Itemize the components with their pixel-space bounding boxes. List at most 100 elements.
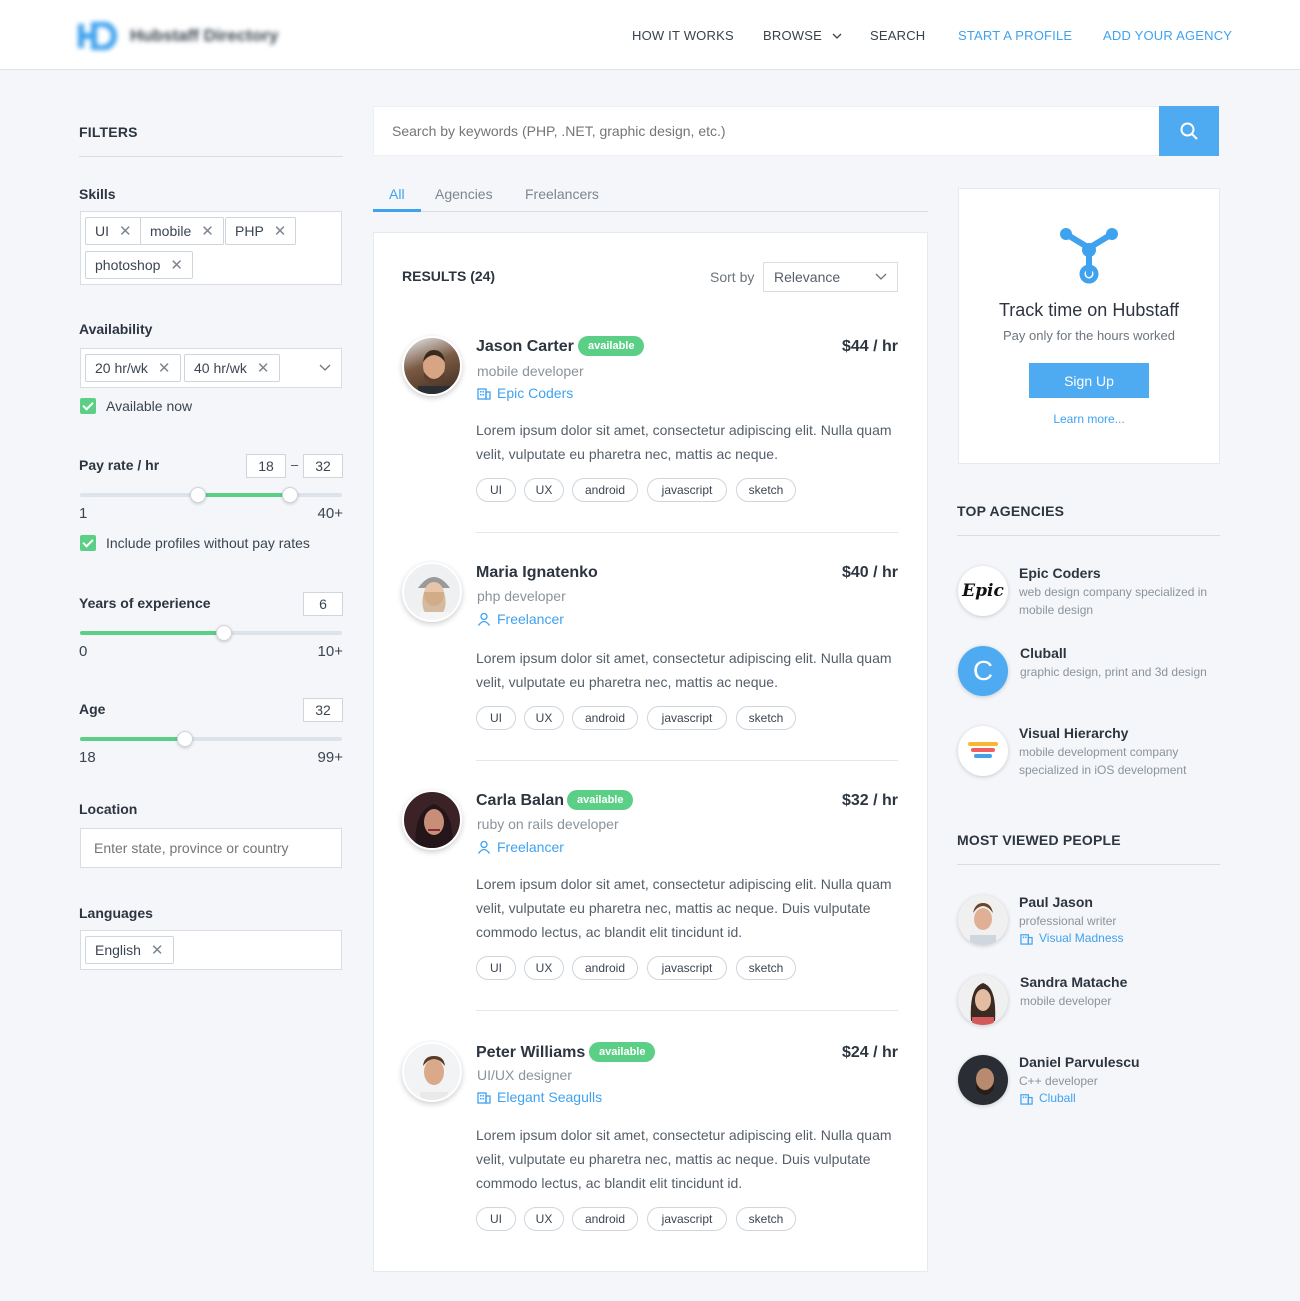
avatar[interactable]	[402, 562, 462, 622]
result-name[interactable]: Peter Williams	[476, 1044, 585, 1062]
skill-chip[interactable]: mobile ✕	[140, 217, 224, 245]
skill-chip[interactable]: UI ✕	[85, 217, 142, 245]
skill-tag[interactable]: UI	[476, 1207, 516, 1231]
skill-chip[interactable]: PHP ✕	[225, 217, 297, 245]
availability-chip[interactable]: 40 hr/wk ✕	[184, 354, 280, 382]
agency-logo[interactable]: C	[958, 646, 1008, 696]
sort-select-value: Relevance	[774, 269, 841, 285]
skill-chip-label: PHP	[235, 223, 264, 239]
result-company-link[interactable]: Elegant Seagulls	[477, 1089, 602, 1105]
chevron-down-icon[interactable]	[319, 364, 331, 372]
tabs-divider	[373, 211, 928, 212]
skill-tag[interactable]: UX	[524, 1207, 564, 1231]
avatar[interactable]	[958, 1055, 1008, 1105]
result-name[interactable]: Maria Ignatenko	[476, 564, 598, 582]
skill-tag[interactable]: UX	[524, 478, 564, 502]
nav-start-profile[interactable]: START A PROFILE	[958, 28, 1072, 43]
nav-search[interactable]: SEARCH	[870, 28, 925, 43]
skill-tag[interactable]: android	[572, 478, 638, 502]
skill-tag[interactable]: sketch	[736, 956, 796, 980]
agency-logo[interactable]: Epic	[958, 566, 1008, 616]
avatar[interactable]	[402, 1042, 462, 1102]
agency-logo[interactable]	[958, 726, 1008, 776]
close-icon[interactable]: ✕	[257, 359, 270, 377]
agency-name[interactable]: Cluball	[1020, 645, 1067, 661]
available-badge: available	[578, 336, 645, 356]
pay-rate-slider-max-handle[interactable]	[281, 487, 298, 503]
learn-more-link[interactable]: Learn more...	[958, 412, 1220, 426]
close-icon[interactable]: ✕	[119, 222, 132, 240]
skill-tag[interactable]: javascript	[647, 478, 727, 502]
availability-chip[interactable]: 20 hr/wk ✕	[85, 354, 181, 382]
building-icon	[477, 1092, 491, 1104]
person-name[interactable]: Sandra Matache	[1020, 974, 1127, 990]
site-logo[interactable]: Hubstaff Directory	[78, 21, 278, 51]
avatar[interactable]	[402, 790, 462, 850]
experience-slider-handle[interactable]	[216, 625, 233, 641]
result-company-link[interactable]: Freelancer	[477, 611, 564, 627]
age-input[interactable]: 32	[303, 698, 343, 722]
available-now-checkbox[interactable]	[80, 398, 96, 414]
agency-name[interactable]: Epic Coders	[1019, 565, 1101, 581]
skill-tag[interactable]: javascript	[647, 1207, 727, 1231]
nav-browse[interactable]: BROWSE	[763, 28, 842, 43]
search-button[interactable]	[1159, 106, 1219, 156]
age-label: Age	[79, 701, 106, 717]
skill-tag[interactable]: android	[572, 706, 638, 730]
availability-chip-label: 20 hr/wk	[95, 360, 148, 376]
result-company-link[interactable]: Epic Coders	[477, 385, 573, 401]
tab-all[interactable]: All	[389, 186, 405, 202]
person-name[interactable]: Daniel Parvulescu	[1019, 1054, 1140, 1070]
skill-tag[interactable]: android	[572, 1207, 638, 1231]
skill-tag[interactable]: sketch	[736, 706, 796, 730]
avatar[interactable]	[402, 336, 462, 396]
skill-chip-label: mobile	[150, 223, 192, 239]
skill-tag[interactable]: javascript	[647, 706, 727, 730]
result-name[interactable]: Jason Carter	[476, 338, 574, 356]
most-viewed-divider	[957, 864, 1220, 865]
location-input[interactable]	[80, 828, 342, 868]
result-company-link[interactable]: Freelancer	[477, 839, 564, 855]
pay-rate-max-input[interactable]: 32	[303, 454, 343, 478]
skill-chip[interactable]: photoshop ✕	[85, 251, 193, 279]
sign-up-button[interactable]: Sign Up	[1029, 363, 1149, 398]
skill-tag[interactable]: sketch	[736, 478, 796, 502]
close-icon[interactable]: ✕	[158, 359, 171, 377]
skill-tag[interactable]: UI	[476, 956, 516, 980]
person-company-link[interactable]: Visual Madness	[1020, 931, 1124, 945]
pay-rate-slider-min-handle[interactable]	[189, 487, 206, 503]
avatar[interactable]	[958, 895, 1008, 945]
nav-how-it-works[interactable]: HOW IT WORKS	[632, 28, 734, 43]
result-name[interactable]: Carla Balan	[476, 792, 564, 810]
skill-tag[interactable]: UI	[476, 706, 516, 730]
close-icon[interactable]: ✕	[201, 222, 214, 240]
skill-tag[interactable]: UI	[476, 478, 516, 502]
skill-tag[interactable]: UX	[524, 956, 564, 980]
language-chip[interactable]: English ✕	[85, 936, 174, 964]
pay-rate-min-input[interactable]: 18	[246, 454, 286, 478]
stacked-bars-icon	[968, 742, 998, 758]
close-icon[interactable]: ✕	[274, 222, 287, 240]
person-company-link[interactable]: Cluball	[1020, 1091, 1076, 1105]
result-divider	[476, 532, 898, 533]
avatar[interactable]	[958, 975, 1008, 1025]
skill-tag[interactable]: android	[572, 956, 638, 980]
person-name[interactable]: Paul Jason	[1019, 894, 1093, 910]
agency-name[interactable]: Visual Hierarchy	[1019, 725, 1128, 741]
sort-select[interactable]: Relevance	[763, 262, 898, 292]
most-viewed-title: MOST VIEWED PEOPLE	[957, 832, 1121, 848]
search-input[interactable]	[380, 110, 1150, 152]
skill-tag[interactable]: sketch	[736, 1207, 796, 1231]
age-slider-handle[interactable]	[176, 731, 193, 747]
experience-input[interactable]: 6	[303, 592, 343, 616]
tab-agencies[interactable]: Agencies	[435, 186, 493, 202]
available-badge: available	[567, 790, 634, 810]
nav-add-agency[interactable]: ADD YOUR AGENCY	[1103, 28, 1232, 43]
tab-freelancers[interactable]: Freelancers	[525, 186, 599, 202]
skill-tag[interactable]: javascript	[647, 956, 727, 980]
availability-label: Availability	[79, 321, 153, 337]
include-no-rate-checkbox[interactable]	[80, 535, 96, 551]
skill-tag[interactable]: UX	[524, 706, 564, 730]
close-icon[interactable]: ✕	[151, 941, 164, 959]
close-icon[interactable]: ✕	[170, 256, 183, 274]
